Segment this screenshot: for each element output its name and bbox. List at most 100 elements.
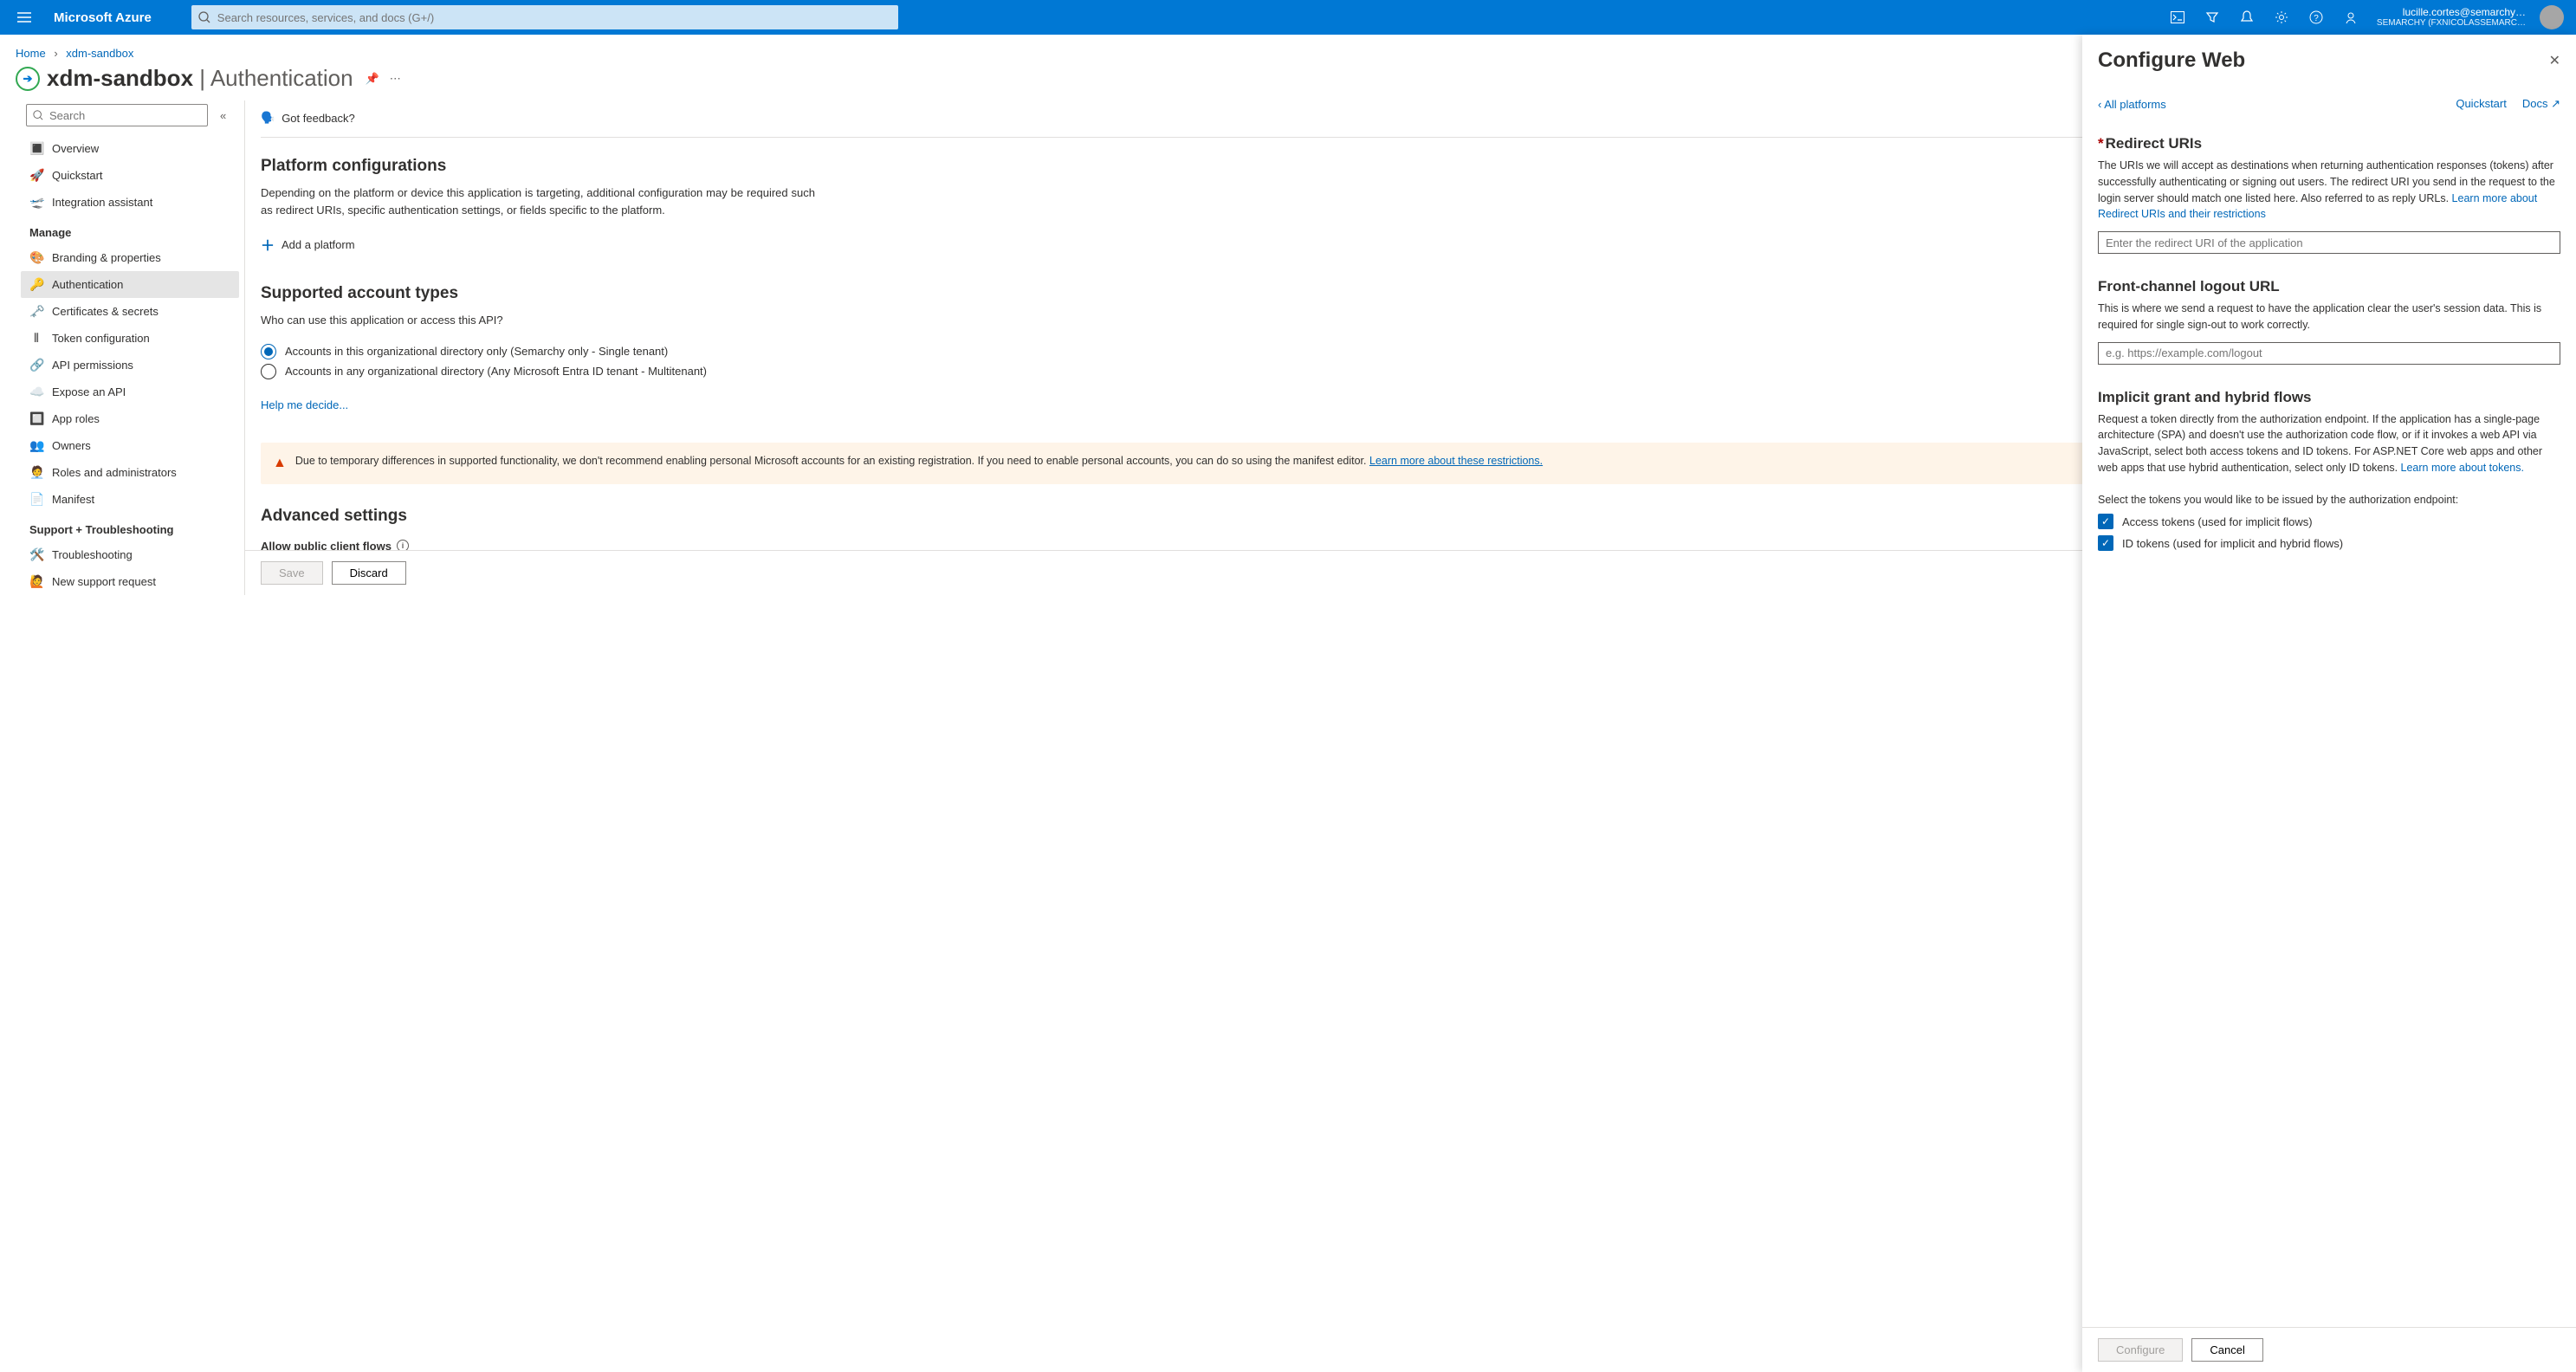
sidebar: « 🔳Overview 🚀Quickstart 🛫Integration ass…: [16, 100, 244, 595]
sidebar-item-label: Owners: [52, 439, 91, 452]
help-icon[interactable]: ?: [2299, 0, 2333, 35]
checkbox-label: ID tokens (used for implicit and hybrid …: [2122, 537, 2343, 550]
sidebar-item-expose-api[interactable]: ☁️Expose an API: [21, 379, 239, 405]
sidebar-item-overview[interactable]: 🔳Overview: [21, 135, 239, 162]
pin-icon[interactable]: 📌: [366, 72, 379, 86]
sidebar-item-admins[interactable]: 🧑‍💼 Roles and administrators: [21, 459, 239, 486]
redirect-heading: *Redirect URIs: [2098, 135, 2560, 152]
warning-icon: ▲: [273, 453, 287, 474]
sidebar-item-integration[interactable]: 🛫Integration assistant: [21, 189, 239, 216]
panel-links: ‹ All platforms Quickstart Docs ↗: [2082, 76, 2576, 118]
notifications-icon[interactable]: [2230, 0, 2264, 35]
more-icon[interactable]: ⋯: [390, 72, 401, 86]
tokens-learn-link[interactable]: Learn more about tokens.: [2401, 462, 2524, 474]
search-icon: [33, 110, 43, 120]
panel-header: Configure Web ✕: [2082, 35, 2576, 76]
sidebar-heading-support: Support + Troubleshooting: [21, 513, 239, 541]
panel-title: Configure Web: [2098, 49, 2245, 73]
brand[interactable]: Microsoft Azure: [42, 10, 164, 25]
sidebar-item-label: Roles and administrators: [52, 466, 177, 479]
sidebar-item-label: App roles: [52, 412, 100, 425]
sidebar-item-authentication[interactable]: 🔑Authentication: [21, 271, 239, 298]
cert-icon: 🗝️: [29, 304, 43, 319]
global-search: [191, 5, 898, 29]
logout-url-input[interactable]: [2098, 342, 2560, 365]
sidebar-item-manifest[interactable]: 📄Manifest: [21, 486, 239, 513]
sidebar-search-input[interactable]: [26, 104, 208, 126]
add-platform-label: Add a platform: [282, 238, 355, 251]
collapse-icon[interactable]: «: [220, 109, 226, 122]
warning-link[interactable]: Learn more about these restrictions.: [1369, 455, 1543, 467]
account-org: SEMARCHY (FXNICOLASSEMARC…: [2377, 18, 2526, 29]
cancel-button[interactable]: Cancel: [2191, 1338, 2262, 1362]
svg-text:?: ?: [2314, 14, 2319, 23]
redirect-para: The URIs we will accept as destinations …: [2098, 158, 2560, 223]
sidebar-item-certificates[interactable]: 🗝️ Certificates & secrets: [21, 298, 239, 325]
sidebar-item-label: Overview: [52, 142, 99, 155]
topbar: Microsoft Azure ? lucille.cortes@semarch…: [0, 0, 2576, 35]
docs-link[interactable]: Docs ↗: [2522, 97, 2560, 111]
roles-icon: 🔲: [29, 411, 43, 426]
implicit-para: Request a token directly from the author…: [2098, 411, 2560, 476]
sidebar-item-app-roles[interactable]: 🔲 App roles: [21, 405, 239, 432]
global-search-input[interactable]: [191, 5, 898, 29]
sidebar-item-troubleshooting[interactable]: 🛠️ Troubleshooting: [21, 541, 239, 568]
checkbox-icon: ✓: [2098, 535, 2113, 551]
sidebar-item-owners[interactable]: 👥 Owners: [21, 432, 239, 459]
sidebar-item-quickstart[interactable]: 🚀Quickstart: [21, 162, 239, 189]
hamburger-icon[interactable]: [7, 0, 42, 35]
quickstart-link[interactable]: Quickstart: [2456, 97, 2507, 111]
trouble-icon: 🛠️: [29, 547, 43, 562]
title-section: Authentication: [210, 65, 353, 91]
settings-icon[interactable]: [2264, 0, 2299, 35]
front-heading: Front-channel logout URL: [2098, 278, 2560, 295]
sidebar-item-branding[interactable]: 🎨 Branding & properties: [21, 244, 239, 271]
save-button[interactable]: Save: [261, 561, 323, 585]
title-name: xdm-sandbox: [47, 65, 193, 91]
platform-para: Depending on the platform or device this…: [261, 184, 815, 218]
search-icon: [198, 11, 210, 23]
support-icon: 🙋: [29, 574, 43, 589]
sidebar-item-support-request[interactable]: 🙋 New support request: [21, 568, 239, 595]
avatar[interactable]: [2540, 5, 2564, 29]
redirect-uri-input[interactable]: [2098, 231, 2560, 254]
feedback-icon[interactable]: [2333, 0, 2368, 35]
breadcrumb-current[interactable]: xdm-sandbox: [66, 47, 133, 60]
sidebar-item-label: Authentication: [52, 278, 123, 291]
sidebar-item-label: Troubleshooting: [52, 548, 133, 561]
radio-label: Accounts in this organizational director…: [285, 345, 668, 358]
plus-icon: ＋: [261, 234, 275, 255]
token-icon: ⦀: [29, 331, 43, 346]
sidebar-item-label: Branding & properties: [52, 251, 161, 264]
breadcrumb-home[interactable]: Home: [16, 47, 46, 60]
sidebar-item-label: New support request: [52, 575, 156, 588]
sidebar-item-label: API permissions: [52, 359, 133, 372]
filter-icon[interactable]: [2195, 0, 2230, 35]
close-icon[interactable]: ✕: [2549, 52, 2560, 69]
account-email: lucille.cortes@semarchy…: [2377, 6, 2526, 18]
sidebar-item-label: Expose an API: [52, 385, 126, 398]
sidebar-search: «: [26, 104, 234, 126]
account-info[interactable]: lucille.cortes@semarchy… SEMARCHY (FXNIC…: [2368, 6, 2534, 29]
checkbox-id-tokens[interactable]: ✓ ID tokens (used for implicit and hybri…: [2098, 535, 2560, 551]
checkbox-access-tokens[interactable]: ✓ Access tokens (used for implicit flows…: [2098, 514, 2560, 529]
api-perm-icon: 🔗: [29, 358, 43, 372]
branding-icon: 🎨: [29, 250, 43, 265]
radio-icon: [261, 364, 276, 379]
cloud-shell-icon[interactable]: [2160, 0, 2195, 35]
sidebar-item-label: Manifest: [52, 493, 94, 506]
configure-button[interactable]: Configure: [2098, 1338, 2183, 1362]
checkbox-label: Access tokens (used for implicit flows): [2122, 515, 2313, 528]
discard-button[interactable]: Discard: [332, 561, 406, 585]
feedback-label: Got feedback?: [282, 112, 355, 125]
sidebar-item-label: Certificates & secrets: [52, 305, 159, 318]
owners-icon: 👥: [29, 438, 43, 453]
help-me-decide-link[interactable]: Help me decide...: [261, 398, 348, 411]
admins-icon: 🧑‍💼: [29, 465, 43, 480]
panel-body: *Redirect URIs The URIs we will accept a…: [2082, 118, 2576, 1327]
sidebar-item-token[interactable]: ⦀Token configuration: [21, 325, 239, 352]
sidebar-item-label: Quickstart: [52, 169, 103, 182]
feedback-icon: 🗣️: [261, 111, 275, 125]
sidebar-item-api-permissions[interactable]: 🔗 API permissions: [21, 352, 239, 379]
back-all-platforms[interactable]: ‹ All platforms: [2098, 98, 2166, 111]
